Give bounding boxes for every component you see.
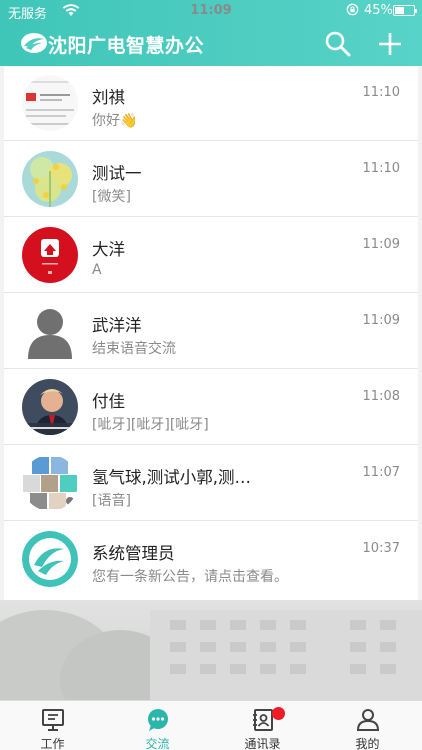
tab-label: 交流 — [145, 737, 170, 750]
tab-chat[interactable]: 交流 — [105, 701, 210, 750]
conversation-row[interactable]: 系统管理员 您有一条新公告，请点击查看。 10:37 — [4, 521, 418, 597]
tab-label: 工作 — [40, 737, 65, 750]
contact-name: 氢气球,测试小郭,测… — [92, 468, 251, 487]
battery-icon — [393, 5, 417, 16]
tab-bar: 工作 交流 通讯录 我的 — [0, 700, 422, 750]
top-bar: 无服务 11:09 45% 沈阳广电智慧办公 — [0, 0, 422, 66]
background-photo — [0, 600, 422, 700]
message-time: 11:07 — [362, 465, 400, 480]
chat-bubble-icon — [145, 708, 171, 732]
conversation-row[interactable]: 测试一 [微笑] 11:10 — [4, 141, 418, 217]
status-bar: 无服务 11:09 45% — [0, 0, 422, 22]
avatar — [22, 151, 78, 207]
battery-percent: 45% — [364, 3, 393, 18]
tab-label: 我的 — [355, 737, 380, 750]
conversation-row[interactable]: 武洋洋 结束语音交流 11:09 — [4, 293, 418, 369]
group-avatar — [22, 455, 78, 511]
message-time: 11:10 — [362, 85, 400, 100]
conversation-row[interactable]: 氢气球,测试小郭,测… [语音] 11:07 — [4, 445, 418, 521]
last-message: 你好👋 — [92, 113, 138, 129]
conversation-row[interactable]: 刘祺 你好👋 11:10 — [4, 65, 418, 141]
person-icon — [355, 708, 381, 732]
tab-work[interactable]: 工作 — [0, 701, 105, 750]
contact-name: 武洋洋 — [92, 316, 142, 335]
message-time: 11:10 — [362, 161, 400, 176]
last-message: 您有一条新公告，请点击查看。 — [92, 569, 288, 585]
conversation-row[interactable]: 付佳 [呲牙][呲牙][呲牙] 11:08 — [4, 369, 418, 445]
app-header: 沈阳广电智慧办公 — [0, 22, 422, 66]
contact-name: 测试一 — [92, 164, 142, 183]
monitor-icon — [40, 708, 66, 732]
contact-name: 付佳 — [92, 392, 125, 411]
message-time: 11:08 — [362, 389, 400, 404]
default-person-avatar — [22, 303, 78, 359]
tab-me[interactable]: 我的 — [315, 701, 420, 750]
tab-label: 通讯录 — [244, 737, 281, 750]
logo-icon — [20, 32, 48, 54]
search-icon[interactable] — [324, 30, 352, 58]
notification-badge — [272, 707, 285, 720]
last-message: A — [92, 262, 102, 278]
contact-name: 系统管理员 — [92, 544, 175, 563]
contact-name: 刘祺 — [92, 88, 125, 107]
conversation-row[interactable]: 大洋 A 11:09 — [4, 217, 418, 293]
avatar — [22, 75, 78, 131]
app-title: 沈阳广电智慧办公 — [48, 35, 205, 57]
conversation-list: 刘祺 你好👋 11:10 测试一 [微笑] 11:10 大洋 A 11:09 武… — [4, 66, 418, 600]
last-message: [呲牙][呲牙][呲牙] — [92, 417, 209, 433]
last-message: [语音] — [92, 493, 131, 509]
avatar — [22, 379, 78, 435]
message-time: 11:09 — [362, 313, 400, 328]
message-time: 11:09 — [362, 237, 400, 252]
battery-fill — [395, 7, 404, 14]
last-message: [微笑] — [92, 189, 131, 205]
tab-contacts[interactable]: 通讯录 — [210, 701, 315, 750]
rotation-lock-icon — [346, 3, 359, 20]
last-message: 结束语音交流 — [92, 341, 176, 357]
contact-name: 大洋 — [92, 240, 125, 259]
plus-icon[interactable] — [375, 29, 405, 59]
app-logo-avatar — [22, 531, 78, 587]
message-time: 10:37 — [362, 541, 400, 556]
avatar — [22, 227, 78, 283]
